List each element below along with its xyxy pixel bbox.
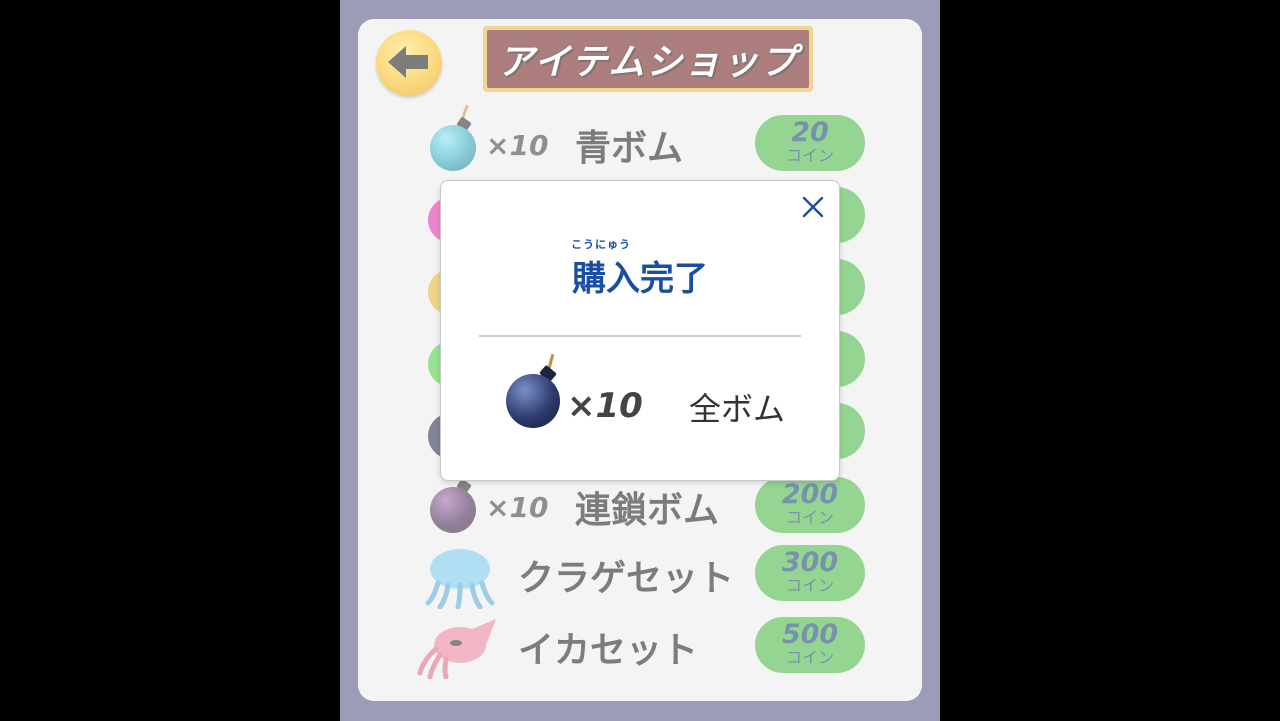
- title-ruby: こうにゅう: [571, 238, 631, 251]
- close-icon: [802, 196, 824, 218]
- purchased-quantity: ×10: [567, 386, 643, 426]
- bomb-icon: [506, 374, 560, 428]
- purchased-item-name: 全ボム: [689, 390, 786, 428]
- divider: [479, 335, 801, 337]
- dialog-title: 購入完了: [572, 259, 708, 299]
- purchase-complete-dialog: こうにゅう 購入完了 ×10 全ボム: [440, 180, 840, 481]
- close-button[interactable]: [799, 193, 827, 221]
